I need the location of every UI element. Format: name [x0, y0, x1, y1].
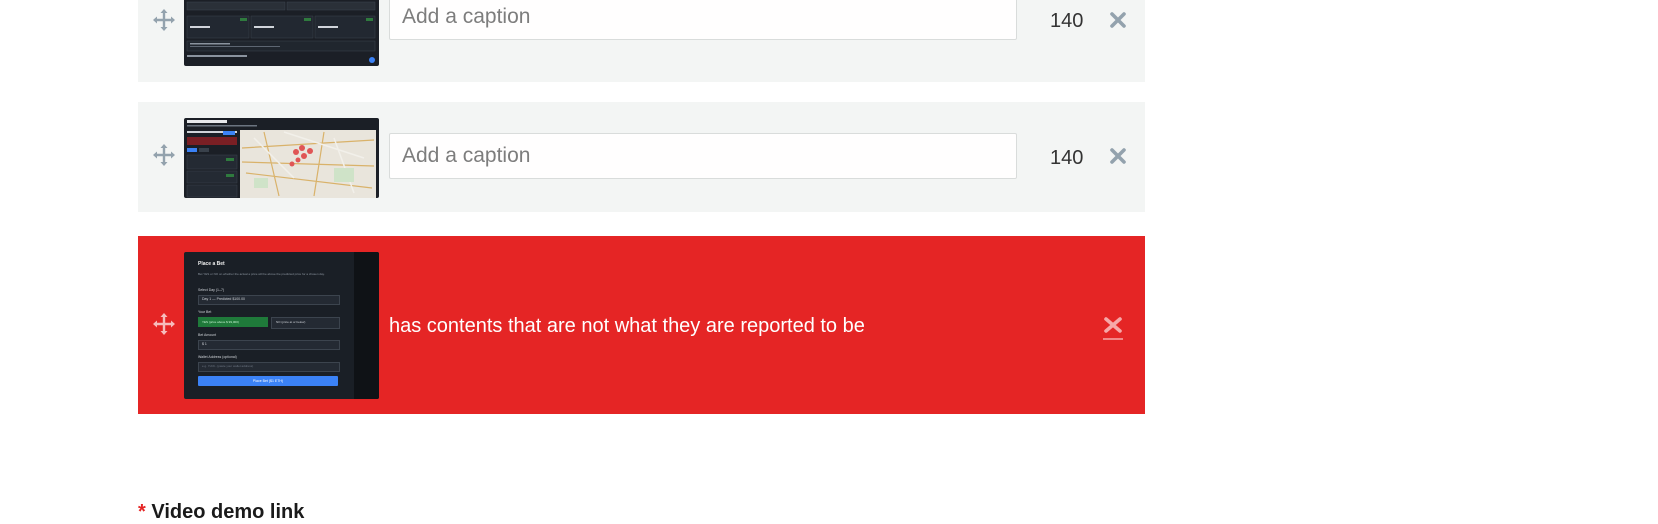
caption-field[interactable] [389, 0, 1017, 40]
thumb-place-bet-button: Place Bet ($1 ETH) [252, 379, 284, 383]
screenshot-item: 140 [138, 102, 1145, 212]
error-message: has contents that are not what they are … [389, 315, 865, 337]
thumb-subtitle: Bet YES or NO on whether the actual ≥ pr… [198, 272, 325, 276]
screenshot-thumbnail [184, 118, 379, 198]
drag-handle-icon[interactable] [152, 143, 176, 167]
drag-handle-icon[interactable] [152, 8, 176, 32]
thumb-your-bet: Your Bet [198, 310, 212, 314]
drag-handle-icon[interactable] [152, 312, 176, 336]
remove-icon[interactable] [1106, 8, 1130, 32]
caption-input[interactable] [390, 0, 1016, 39]
thumb-amount-value: $ 1 [202, 342, 207, 346]
caption-field[interactable] [389, 133, 1017, 179]
caption-input[interactable] [390, 134, 1016, 178]
screenshot-item-error: Place a Bet Bet YES or NO on whether the… [138, 236, 1145, 414]
char-count: 140 [1050, 10, 1084, 32]
thumb-yes-button: YES (price above $ 99,000) [202, 320, 239, 324]
screenshot-item: 140 [138, 0, 1145, 82]
thumb-select-value: Day 1 — Predicted $100.00 [202, 297, 245, 301]
remove-icon[interactable] [1098, 314, 1128, 344]
char-count: 140 [1050, 147, 1084, 169]
thumb-wallet-placeholder: e.g. 7xK9...(paste your wallet address) [202, 364, 254, 368]
thumb-amount-label: Bet Amount [198, 333, 217, 337]
thumb-select-label: Select Day (1–7) [198, 288, 225, 292]
remove-icon[interactable] [1106, 144, 1130, 168]
screenshot-thumbnail [184, 0, 379, 66]
screenshot-thumbnail: Place a Bet Bet YES or NO on whether the… [184, 252, 379, 399]
thumb-no-button: NO (price at or below) [276, 320, 306, 324]
thumb-wallet-label: Wallet Address (optional) [198, 355, 237, 359]
thumb-title: Place a Bet [198, 261, 225, 267]
video-demo-link-label: * Video demo link [138, 501, 304, 524]
